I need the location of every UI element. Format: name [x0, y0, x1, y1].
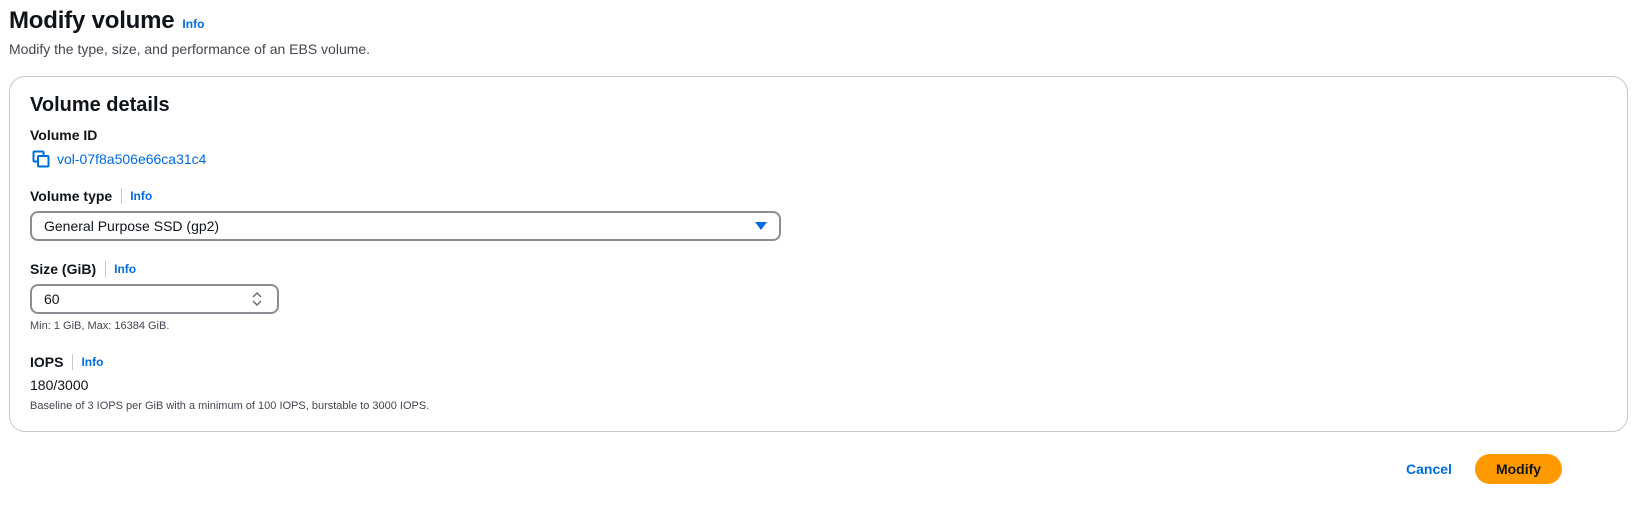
volume-type-selected-value: General Purpose SSD (gp2)	[44, 218, 220, 234]
page-title: Modify volume	[9, 7, 175, 34]
modify-button[interactable]: Modify	[1475, 454, 1562, 484]
volume-id-value[interactable]: vol-07f8a506e66ca31c4	[57, 151, 206, 167]
copy-icon[interactable]	[32, 150, 50, 168]
page-title-info-link[interactable]: Info	[182, 17, 204, 31]
size-input-value: 60	[44, 291, 60, 307]
iops-label-text: IOPS	[30, 354, 64, 370]
iops-value: 180/3000	[30, 377, 89, 393]
size-info-link[interactable]: Info	[114, 262, 136, 276]
caret-down-icon	[755, 222, 767, 230]
iops-label: IOPS Info	[30, 354, 103, 370]
size-label: Size (GiB) Info	[30, 261, 136, 277]
size-label-text: Size (GiB)	[30, 261, 97, 277]
volume-type-select[interactable]: General Purpose SSD (gp2)	[30, 211, 781, 241]
panel-title: Volume details	[30, 94, 170, 116]
label-divider	[72, 354, 74, 370]
cancel-button[interactable]: Cancel	[1398, 455, 1460, 483]
iops-hint: Baseline of 3 IOPS per GiB with a minimu…	[30, 400, 430, 412]
label-divider	[121, 188, 123, 204]
volume-details-panel: Volume details Volume ID vol-07f8a506e66…	[9, 76, 1628, 432]
size-hint: Min: 1 GiB, Max: 16384 GiB.	[30, 320, 170, 332]
volume-type-label: Volume type Info	[30, 188, 152, 204]
volume-id-label-text: Volume ID	[30, 127, 98, 143]
size-input[interactable]: 60	[30, 284, 279, 314]
stepper-icon[interactable]	[251, 290, 263, 308]
volume-id-label: Volume ID	[30, 127, 97, 143]
label-divider	[105, 261, 107, 277]
volume-type-label-text: Volume type	[30, 188, 113, 204]
page-description: Modify the type, size, and performance o…	[9, 41, 371, 57]
volume-id-row: vol-07f8a506e66ca31c4	[32, 150, 206, 168]
iops-info-link[interactable]: Info	[81, 355, 103, 369]
volume-type-info-link[interactable]: Info	[130, 189, 152, 203]
page-header: Modify volume Info Modify the type, size…	[9, 6, 370, 57]
title-row: Modify volume Info	[9, 6, 370, 36]
